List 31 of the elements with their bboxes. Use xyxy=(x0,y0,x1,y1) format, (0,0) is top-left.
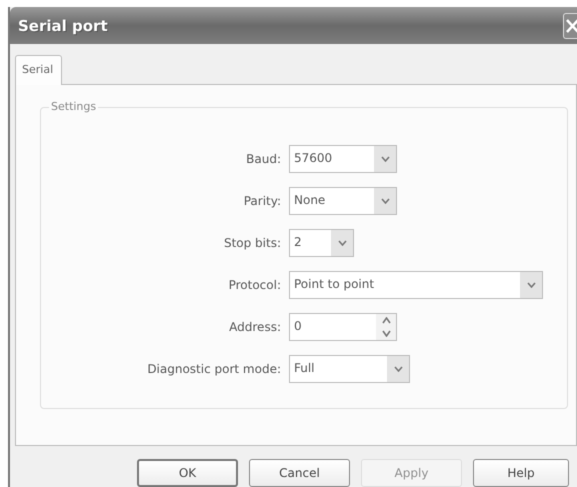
dialog-button[interactable]: OK xyxy=(137,459,238,487)
field-label: Protocol: xyxy=(228,278,281,292)
close-button[interactable] xyxy=(563,12,577,38)
dropdown[interactable]: 2 xyxy=(289,229,354,257)
dropdown-button[interactable] xyxy=(374,188,396,214)
dropdown-button[interactable] xyxy=(374,146,396,172)
chevron-down-icon xyxy=(380,156,390,162)
field-label: Parity: xyxy=(244,194,281,208)
field-label: Baud: xyxy=(246,152,281,166)
spin-field[interactable]: 0 xyxy=(289,313,397,341)
dialog-button[interactable]: Help xyxy=(473,459,569,487)
window-title: Serial port xyxy=(18,16,108,34)
field-label: Stop bits: xyxy=(224,236,281,250)
dropdown[interactable]: 57600 xyxy=(289,145,397,173)
group-title: Settings xyxy=(49,100,98,113)
field-label: Diagnostic port mode: xyxy=(147,362,281,376)
dropdown-button[interactable] xyxy=(520,272,542,298)
chevron-down-icon xyxy=(338,240,346,246)
tab[interactable]: Serial xyxy=(15,55,62,85)
chevron-down-icon xyxy=(380,198,390,204)
dropdown-button[interactable] xyxy=(387,356,409,382)
chevron-down-icon xyxy=(394,366,402,372)
dialog-button[interactable]: Cancel xyxy=(249,459,350,487)
dropdown[interactable]: Full xyxy=(289,355,410,383)
field-label: Address: xyxy=(229,320,281,334)
spin-down-button[interactable] xyxy=(376,327,396,340)
chevron-down-icon xyxy=(526,282,536,288)
dropdown[interactable]: Point to point xyxy=(289,271,543,299)
dropdown-button[interactable] xyxy=(331,230,353,256)
spin-up-button[interactable] xyxy=(376,314,396,327)
dropdown[interactable]: None xyxy=(289,187,397,215)
